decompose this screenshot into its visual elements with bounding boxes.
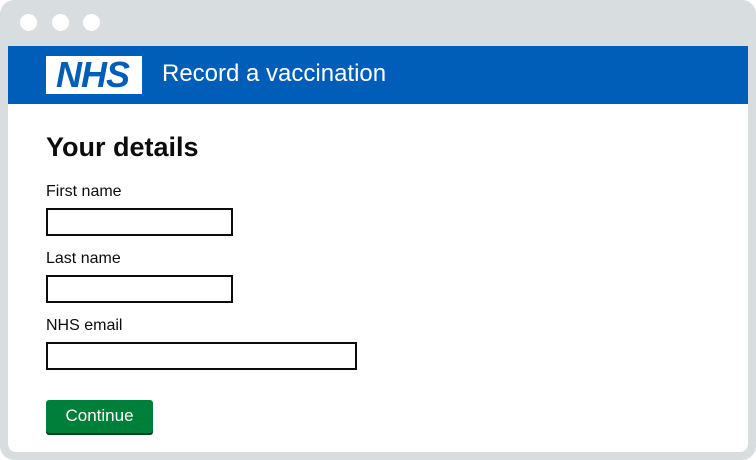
service-name-link[interactable]: Record a vaccination — [162, 59, 386, 89]
window-dot-icon[interactable] — [52, 14, 69, 31]
last-name-input[interactable] — [46, 275, 233, 303]
nhs-email-input[interactable] — [46, 342, 357, 370]
page-viewport: NHS Record a vaccination Your details Fi… — [8, 46, 748, 452]
nhs-logo-text: NHS — [55, 54, 130, 95]
first-name-label: First name — [46, 183, 122, 200]
window-dot-icon[interactable] — [20, 14, 37, 31]
window-dot-icon[interactable] — [83, 14, 100, 31]
first-name-input[interactable] — [46, 208, 233, 236]
continue-button[interactable]: Continue — [46, 400, 153, 433]
window-titlebar — [0, 0, 756, 46]
page-title: Your details — [46, 132, 199, 162]
nhs-email-label: NHS email — [46, 317, 123, 334]
last-name-label: Last name — [46, 250, 121, 267]
site-header: NHS Record a vaccination — [8, 46, 748, 104]
nhs-logo[interactable]: NHS — [46, 56, 142, 94]
browser-window: NHS Record a vaccination Your details Fi… — [0, 0, 756, 460]
